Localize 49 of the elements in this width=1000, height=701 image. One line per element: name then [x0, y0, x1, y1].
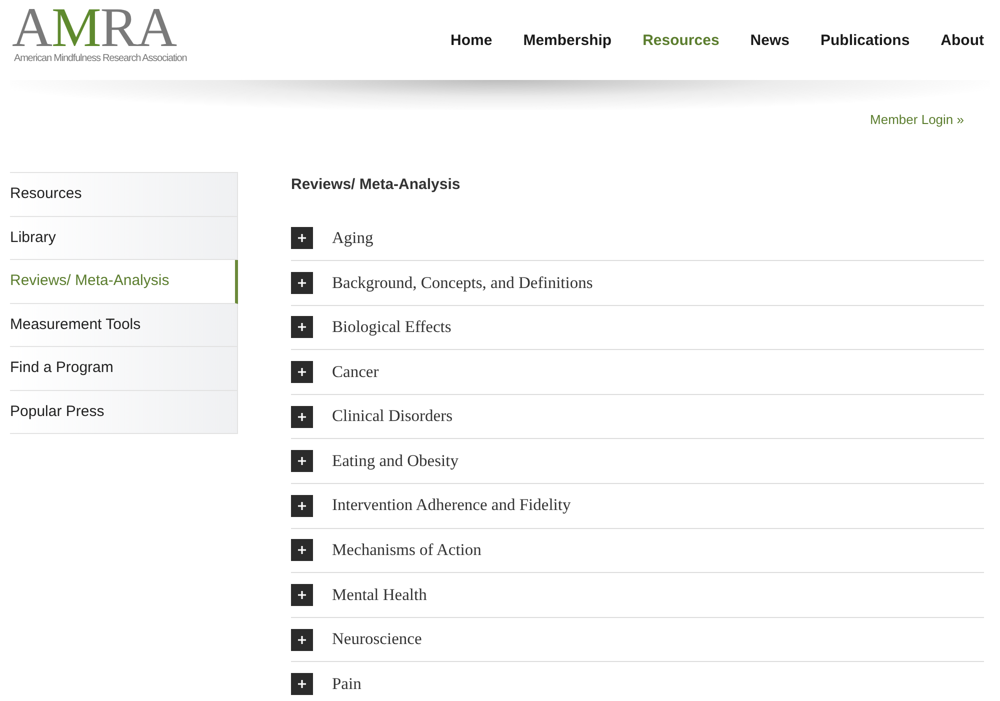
logo-wordmark[interactable]: AMRA [12, 2, 187, 54]
accordion-title[interactable]: Clinical Disorders [332, 404, 453, 430]
sidebar-item[interactable]: Resources [10, 173, 238, 216]
accordion-title[interactable]: Aging [332, 226, 374, 251]
plus-icon [298, 368, 306, 376]
expand-button[interactable] [291, 628, 313, 651]
sidebar-item[interactable]: Measurement Tools [10, 304, 238, 347]
nav-link[interactable]: Resources [642, 30, 720, 52]
plus-icon [298, 278, 306, 287]
expand-button[interactable] [291, 227, 313, 250]
accordion-title[interactable]: Biological Effects [332, 315, 452, 340]
plus-icon [298, 502, 306, 510]
expand-button[interactable] [291, 539, 313, 562]
nav-link[interactable]: News [750, 30, 790, 52]
section-heading: Reviews/ Meta-Analysis [291, 175, 462, 195]
accordion-title[interactable]: Background, Concepts, and Definitions [332, 270, 593, 296]
expand-button[interactable] [291, 406, 313, 428]
logo-tagline: American Mindfulness Research Association [14, 54, 187, 64]
expand-button[interactable] [291, 494, 313, 517]
accordion-title[interactable]: Mechanisms of Action [332, 538, 482, 563]
accordion-title[interactable]: Mental Health [332, 582, 427, 608]
sidebar-item[interactable]: Reviews/ Meta-Analysis [10, 260, 238, 304]
plus-icon [298, 546, 306, 554]
nav-link[interactable]: About [940, 30, 984, 52]
expand-button[interactable] [291, 584, 313, 606]
nav-link[interactable]: Membership [523, 30, 612, 52]
plus-icon [298, 323, 306, 332]
expand-button[interactable] [291, 361, 313, 384]
accordion-title[interactable]: Cancer [332, 360, 379, 384]
nav-link[interactable]: Home [450, 30, 492, 52]
accordion-title[interactable]: Eating and Obesity [332, 448, 458, 474]
member-login-link[interactable]: Member Login » [870, 110, 964, 172]
sidebar-item[interactable]: Library [10, 216, 238, 260]
nav-link[interactable]: Publications [820, 30, 910, 52]
plus-icon [298, 591, 306, 600]
plus-icon [298, 680, 306, 688]
accordion-title[interactable]: Intervention Adherence and Fidelity [332, 493, 571, 518]
plus-icon [298, 636, 306, 644]
plus-icon [298, 457, 306, 466]
plus-icon [298, 234, 306, 242]
accordion-title[interactable]: Pain [332, 672, 362, 697]
plus-icon [298, 412, 306, 421]
accordion-title[interactable]: Neuroscience [332, 627, 422, 652]
expand-button[interactable] [291, 272, 313, 294]
expand-button[interactable] [291, 316, 313, 338]
sidebar-item[interactable]: Popular Press [10, 390, 238, 434]
expand-button[interactable] [291, 673, 313, 696]
expand-button[interactable] [291, 450, 313, 472]
sidebar-item[interactable]: Find a Program [10, 347, 238, 390]
